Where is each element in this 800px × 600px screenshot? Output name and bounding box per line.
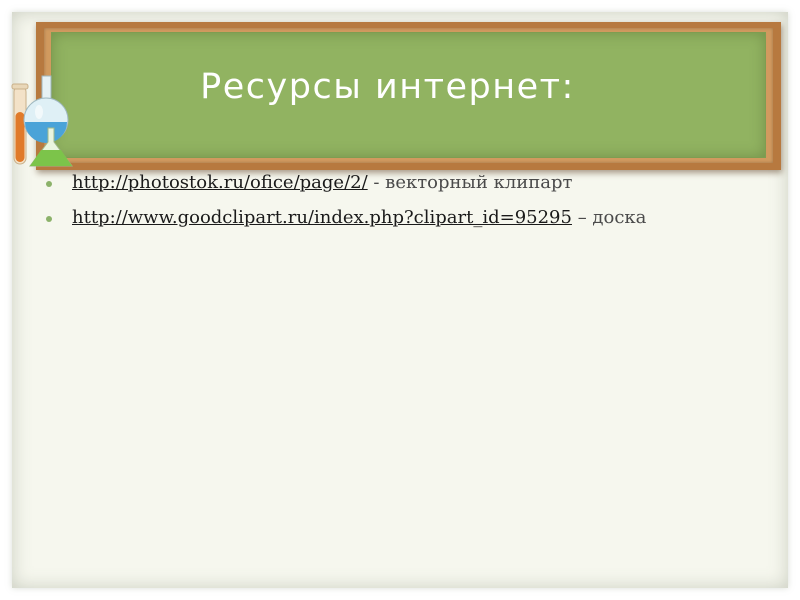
- resource-list: http://photostok.ru/ofice/page/2/ - вект…: [46, 170, 766, 231]
- slide: Ресурсы интернет: http://photostok.ru/of…: [0, 0, 800, 600]
- resource-link-goodclipart[interactable]: http://www.goodclipart.ru/index.php?clip…: [72, 207, 572, 228]
- bullet-icon: [46, 181, 52, 187]
- resource-link-photostok[interactable]: http://photostok.ru/ofice/page/2/: [72, 172, 368, 193]
- lab-flasks-icon: [11, 75, 73, 167]
- list-item: http://photostok.ru/ofice/page/2/ - вект…: [46, 170, 766, 196]
- slide-content: http://photostok.ru/ofice/page/2/ - вект…: [46, 170, 766, 240]
- resource-note: - векторный клипарт: [367, 172, 573, 193]
- slide-title: Ресурсы интернет:: [200, 67, 575, 107]
- list-item: http://www.goodclipart.ru/index.php?clip…: [46, 205, 766, 231]
- resource-note: – доска: [571, 207, 647, 228]
- chalkboard: Ресурсы интернет:: [36, 22, 781, 170]
- chalkboard-surface: Ресурсы интернет:: [51, 32, 766, 158]
- bullet-icon: [46, 216, 52, 222]
